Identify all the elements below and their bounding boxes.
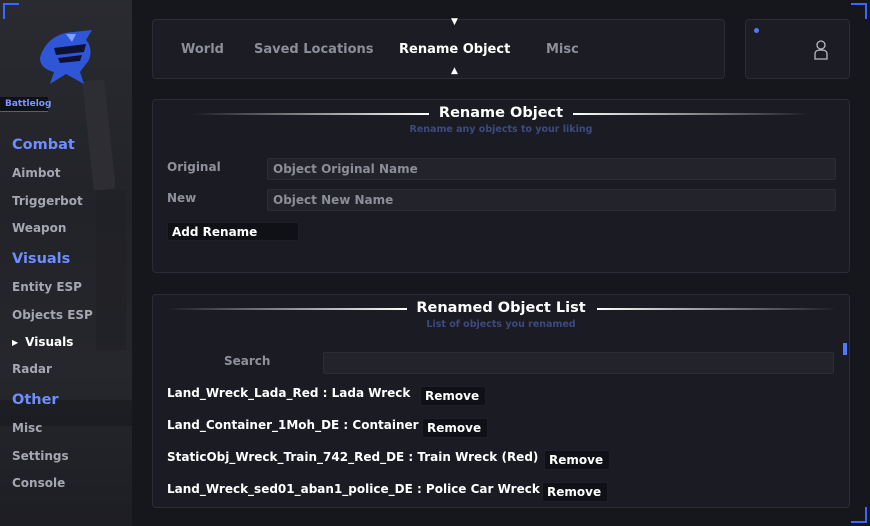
tab-bar: World Saved Locations Rename Object Misc… xyxy=(152,17,725,79)
user-icon[interactable] xyxy=(813,39,829,61)
frame-corner-top-right xyxy=(851,3,867,19)
nav-item-entity-esp[interactable]: Entity ESP xyxy=(12,280,82,294)
add-rename-button[interactable]: Add Rename xyxy=(167,222,299,241)
nav-item-console[interactable]: Console xyxy=(12,476,65,490)
nav-item-visuals[interactable]: ▶ Visuals xyxy=(12,335,73,349)
rename-panel-subtitle: Rename any objects to your liking xyxy=(409,124,593,135)
scrollbar-thumb[interactable] xyxy=(843,343,847,355)
active-tab-up-arrow-icon: ▲ xyxy=(451,66,458,76)
nav-item-misc[interactable]: Misc xyxy=(12,421,42,435)
active-tab-down-arrow-icon: ▼ xyxy=(451,17,458,27)
original-name-input[interactable] xyxy=(267,158,836,180)
original-label: Original xyxy=(167,160,221,174)
list-panel-subtitle: List of objects you renamed xyxy=(426,319,576,330)
remove-button-row-2[interactable]: Remove xyxy=(422,418,488,438)
status-dot-icon xyxy=(754,28,759,33)
tab-world[interactable]: World xyxy=(181,42,224,57)
renamed-row-2-text: Land_Container_1Moh_DE : Container xyxy=(167,418,419,432)
nav-item-visuals-label: Visuals xyxy=(25,335,74,349)
nav-item-radar[interactable]: Radar xyxy=(12,362,52,376)
renamed-row-3-text: StaticObj_Wreck_Train_742_Red_DE : Train… xyxy=(167,450,539,464)
nav-section-combat: Combat xyxy=(12,137,75,153)
remove-button-row-4[interactable]: Remove xyxy=(542,482,608,502)
tab-rename-object[interactable]: Rename Object xyxy=(399,42,510,57)
tab-misc[interactable]: Misc xyxy=(546,42,579,57)
new-label: New xyxy=(167,191,197,205)
nav-section-other: Other xyxy=(12,392,59,408)
renamed-object-list-panel: Renamed Object List List of objects you … xyxy=(152,294,850,508)
renamed-row-4-text: Land_Wreck_sed01_aban1_police_DE : Polic… xyxy=(167,482,540,496)
brand-label: Battlelog xyxy=(0,97,51,112)
remove-button-row-1[interactable]: Remove xyxy=(420,386,486,406)
nav-item-weapon[interactable]: Weapon xyxy=(12,221,66,235)
search-input[interactable] xyxy=(323,352,834,374)
nav-item-settings[interactable]: Settings xyxy=(12,449,69,463)
nav-item-objects-esp[interactable]: Objects ESP xyxy=(12,308,93,322)
nav-item-aimbot[interactable]: Aimbot xyxy=(12,166,60,180)
frame-corner-bottom-right xyxy=(851,507,867,523)
app-window: Battlelog Combat Aimbot Triggerbot Weapo… xyxy=(0,0,870,526)
nav-section-visuals: Visuals xyxy=(12,251,71,267)
rename-object-panel: Rename Object Rename any objects to your… xyxy=(152,99,850,273)
rename-panel-title: Rename Object xyxy=(438,105,564,121)
renamed-row-1-text: Land_Wreck_Lada_Red : Lada Wreck xyxy=(167,386,411,400)
knight-helmet-logo xyxy=(40,30,92,84)
search-label: Search xyxy=(224,354,271,368)
caret-right-icon: ▶ xyxy=(12,338,19,347)
new-name-input[interactable] xyxy=(267,189,836,211)
nav-item-triggerbot[interactable]: Triggerbot xyxy=(12,194,83,208)
tab-saved-locations[interactable]: Saved Locations xyxy=(254,42,374,57)
remove-button-row-3[interactable]: Remove xyxy=(544,450,610,470)
frame-corner-top-left xyxy=(3,3,19,19)
user-panel xyxy=(745,19,850,79)
list-panel-title: Renamed Object List xyxy=(416,300,586,316)
sidebar: Battlelog Combat Aimbot Triggerbot Weapo… xyxy=(0,0,132,526)
